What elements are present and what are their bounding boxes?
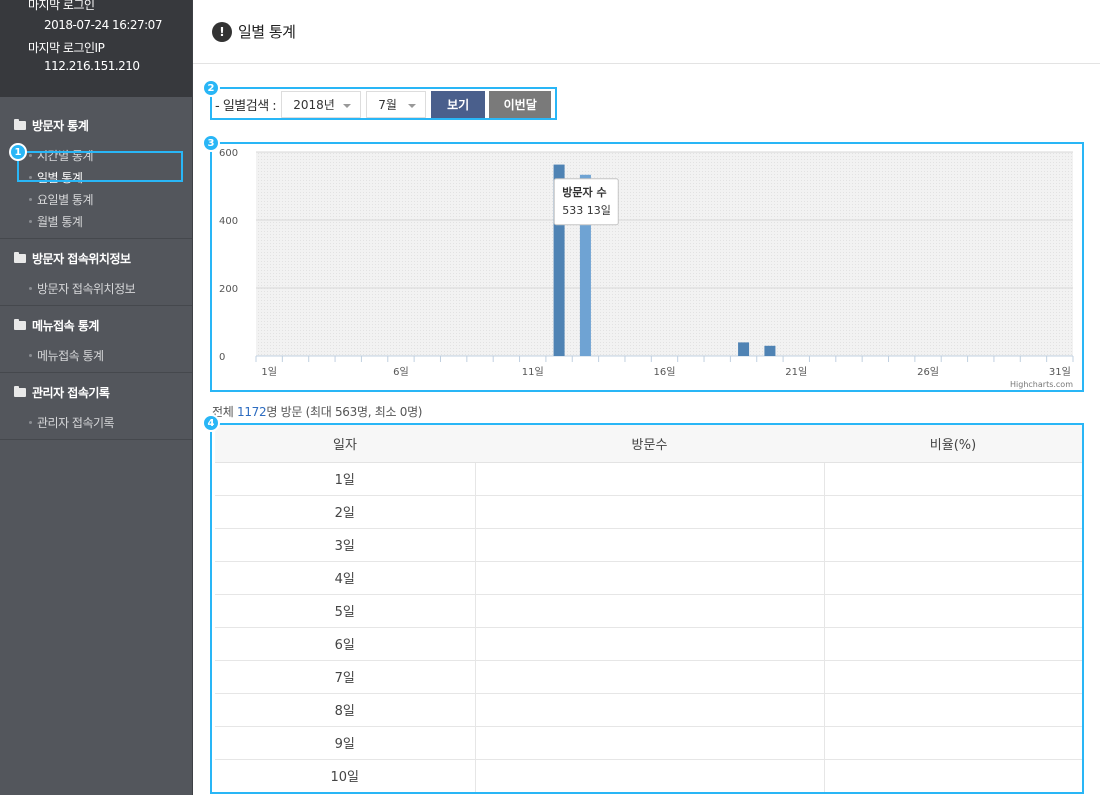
last-login-label: 마지막 로그인 bbox=[28, 0, 95, 12]
highlight-box-1 bbox=[17, 151, 183, 182]
badge-3: 3 bbox=[202, 134, 220, 152]
sidebar-item-weekday-stats[interactable]: 요일별 통계 bbox=[0, 188, 192, 210]
badge-1: 1 bbox=[9, 143, 27, 161]
last-login-value: 2018-07-24 16:27:07 bbox=[44, 18, 162, 32]
last-ip-value: 112.216.151.210 bbox=[44, 59, 140, 73]
highlight-box-4 bbox=[210, 423, 1084, 794]
page-header: ! 일별 통계 bbox=[193, 0, 1100, 64]
folder-icon bbox=[14, 251, 26, 263]
info-icon: ! bbox=[212, 21, 232, 42]
badge-2: 2 bbox=[202, 79, 220, 97]
menu-group-menu-stats: 메뉴접속 통계 메뉴접속 통계 bbox=[0, 306, 192, 373]
page-title: 일별 통계 bbox=[238, 23, 296, 41]
menu-head-admin-log[interactable]: 관리자 접속기록 bbox=[0, 373, 192, 411]
folder-icon bbox=[14, 318, 26, 330]
menu-group-admin-log: 관리자 접속기록 관리자 접속기록 bbox=[0, 373, 192, 440]
highlight-box-2 bbox=[210, 87, 557, 120]
menu-group-visitor-location: 방문자 접속위치정보 방문자 접속위치정보 bbox=[0, 239, 192, 306]
menu-head-menu-stats[interactable]: 메뉴접속 통계 bbox=[0, 306, 192, 344]
last-ip-label: 마지막 로그인IP bbox=[28, 41, 105, 55]
menu-head-visitor-stats[interactable]: 방문자 통계 bbox=[0, 106, 192, 144]
folder-icon bbox=[14, 118, 26, 130]
menu-head-visitor-location[interactable]: 방문자 접속위치정보 bbox=[0, 239, 192, 277]
visit-summary: 전체 1172명 방문 (최대 563명, 최소 0명) bbox=[212, 405, 423, 419]
sidebar-item-admin-log[interactable]: 관리자 접속기록 bbox=[0, 411, 192, 433]
total-visits: 1172 bbox=[237, 405, 267, 419]
highlight-box-3 bbox=[210, 142, 1084, 392]
sidebar-item-visitor-location[interactable]: 방문자 접속위치정보 bbox=[0, 277, 192, 299]
login-info: 마지막 로그인 2018-07-24 16:27:07 마지막 로그인IP 11… bbox=[0, 0, 192, 97]
sidebar-item-monthly-stats[interactable]: 월별 통계 bbox=[0, 210, 192, 232]
folder-icon bbox=[14, 385, 26, 397]
sidebar-item-menu-stats[interactable]: 메뉴접속 통계 bbox=[0, 344, 192, 366]
badge-4: 4 bbox=[202, 414, 220, 432]
sidebar: 마지막 로그인 2018-07-24 16:27:07 마지막 로그인IP 11… bbox=[0, 0, 193, 795]
